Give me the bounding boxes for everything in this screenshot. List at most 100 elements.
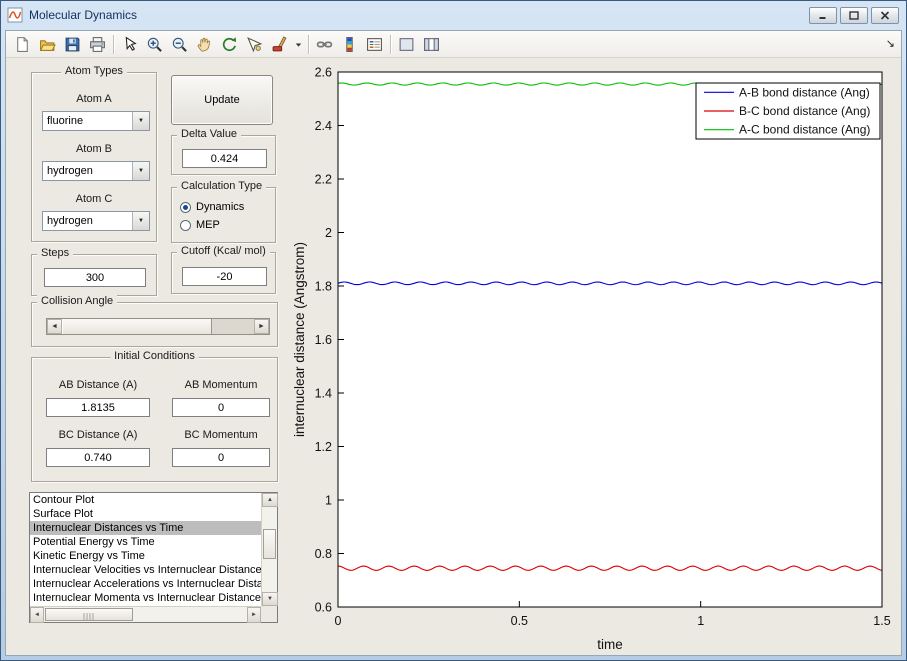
plot-type-listbox[interactable]: Contour Plot Surface Plot Internuclear Dis… [29, 492, 278, 623]
dropdown-arrow-icon [293, 36, 304, 53]
list-item[interactable]: Internuclear Accelerations vs Internucle… [30, 577, 261, 591]
save-figure-button[interactable] [60, 33, 85, 56]
scroll-thumb-grip [83, 613, 95, 620]
show-plot-tools-button[interactable] [419, 33, 444, 56]
chevron-down-icon[interactable]: ▼ [132, 162, 149, 180]
ab-momentum-field[interactable] [172, 398, 270, 417]
atom-b-dropdown[interactable]: hydrogen ▼ [42, 161, 150, 181]
listbox-horizontal-scrollbar[interactable]: ◄ ► [30, 606, 261, 623]
y-tick-label: 0.8 [315, 547, 332, 561]
print-icon [89, 36, 106, 53]
calculation-type-title: Calculation Type [177, 180, 267, 192]
zoom-out-button[interactable] [167, 33, 192, 56]
bc-momentum-label: BC Momentum [184, 429, 258, 441]
horizontal-scroll-thumb[interactable] [45, 608, 133, 621]
chevron-down-icon[interactable]: ▼ [132, 212, 149, 230]
zoom-in-button[interactable] [142, 33, 167, 56]
show-plot-tools-icon [423, 36, 440, 53]
legend-entry-label: A-C bond distance (Ang) [739, 123, 870, 137]
open-file-button[interactable] [35, 33, 60, 56]
list-item[interactable]: Surface Plot [30, 507, 261, 521]
radio-circle-icon [180, 219, 191, 231]
delta-value-field[interactable] [182, 149, 267, 168]
y-tick-label: 2 [325, 226, 332, 240]
y-axis-label: internuclear distance (Angstrom) [292, 242, 307, 437]
link-plot-button[interactable] [312, 33, 337, 56]
zoom-in-icon [146, 36, 163, 53]
close-button[interactable] [871, 7, 899, 24]
x-tick-label: 0.5 [511, 614, 528, 628]
atom-c-dropdown[interactable]: hydrogen ▼ [42, 211, 150, 231]
scroll-down-arrow-icon[interactable]: ▼ [262, 592, 278, 606]
rotate-3d-icon [221, 36, 238, 53]
minimize-button[interactable] [809, 7, 837, 24]
vertical-scroll-thumb[interactable] [263, 529, 276, 559]
cutoff-panel: Cutoff (Kcal/ mol) [171, 245, 276, 294]
scroll-up-arrow-icon[interactable]: ▲ [262, 493, 278, 507]
atom-c-value: hydrogen [47, 215, 93, 227]
slider-track[interactable] [212, 319, 254, 334]
data-cursor-button[interactable] [242, 33, 267, 56]
atom-b-label: Atom B [75, 143, 113, 155]
listbox-vertical-scrollbar[interactable]: ▲ ▼ [261, 493, 278, 606]
radio-mep[interactable]: MEP [172, 216, 275, 234]
scroll-left-arrow-icon[interactable]: ◄ [30, 607, 44, 623]
y-tick-label: 1.2 [315, 440, 332, 454]
scroll-right-arrow-icon[interactable]: ► [247, 607, 261, 623]
steps-panel: Steps [31, 247, 157, 296]
bc-momentum-field[interactable] [172, 448, 270, 467]
delta-value-panel: Delta Value [171, 128, 276, 175]
print-figure-button[interactable] [85, 33, 110, 56]
atom-a-dropdown[interactable]: fluorine ▼ [42, 111, 150, 131]
close-icon [880, 8, 890, 23]
list-item[interactable]: Internuclear Velocities vs Internuclear … [30, 563, 261, 577]
window-title: Molecular Dynamics [29, 8, 138, 22]
cutoff-field[interactable] [182, 267, 267, 286]
ab-distance-field[interactable] [46, 398, 150, 417]
pan-hand-icon [196, 36, 213, 53]
zoom-out-icon [171, 36, 188, 53]
slider-thumb[interactable] [62, 319, 212, 334]
atom-b-value: hydrogen [47, 165, 93, 177]
list-item[interactable]: Contour Plot [30, 493, 261, 507]
brush-options-button[interactable] [292, 33, 305, 56]
slider-right-arrow-icon[interactable]: ► [254, 319, 269, 334]
link-plot-icon [316, 36, 333, 53]
maximize-icon [849, 8, 859, 23]
chevron-down-icon[interactable]: ▼ [132, 112, 149, 130]
bc-distance-field[interactable] [46, 448, 150, 467]
maximize-button[interactable] [840, 7, 868, 24]
legend-icon [366, 36, 383, 53]
steps-field[interactable] [44, 268, 146, 287]
insert-legend-button[interactable] [362, 33, 387, 56]
update-button[interactable]: Update [171, 75, 273, 125]
ab-momentum-label: AB Momentum [184, 379, 258, 391]
collision-angle-slider[interactable]: ◄ ► [46, 318, 270, 335]
list-item[interactable]: Internuclear Distances vs Time [30, 521, 261, 535]
list-item[interactable]: Potential Energy vs Time [30, 535, 261, 549]
radio-dynamics[interactable]: Dynamics [172, 198, 275, 216]
rotate-3d-button[interactable] [217, 33, 242, 56]
list-item[interactable]: Internuclear Momenta vs Internuclear Dis… [30, 591, 261, 605]
slider-left-arrow-icon[interactable]: ◄ [47, 319, 62, 334]
atom-a-value: fluorine [47, 115, 84, 127]
radio-label: MEP [196, 219, 220, 231]
delta-value-title: Delta Value [177, 128, 242, 140]
title-bar[interactable]: Molecular Dynamics [1, 1, 906, 29]
toolbar-separator [308, 34, 309, 54]
calculation-type-panel: Calculation Type Dynamics MEP [171, 180, 276, 243]
bc-distance-label: BC Distance (A) [58, 429, 138, 441]
list-item[interactable]: Kinetic Energy vs Time [30, 549, 261, 563]
dock-arrow-icon[interactable]: ↘ [886, 37, 895, 50]
brush-data-button[interactable] [267, 33, 292, 56]
y-tick-label: 1.6 [315, 333, 332, 347]
data-cursor-icon [246, 36, 263, 53]
new-figure-button[interactable] [10, 33, 35, 56]
edit-plot-button[interactable] [117, 33, 142, 56]
insert-colorbar-button[interactable] [337, 33, 362, 56]
radio-circle-icon [180, 201, 191, 213]
hide-plot-tools-button[interactable] [394, 33, 419, 56]
legend[interactable]: A-B bond distance (Ang) B-C bond distance… [695, 82, 881, 140]
x-tick-label: 1 [697, 614, 704, 628]
pan-button[interactable] [192, 33, 217, 56]
